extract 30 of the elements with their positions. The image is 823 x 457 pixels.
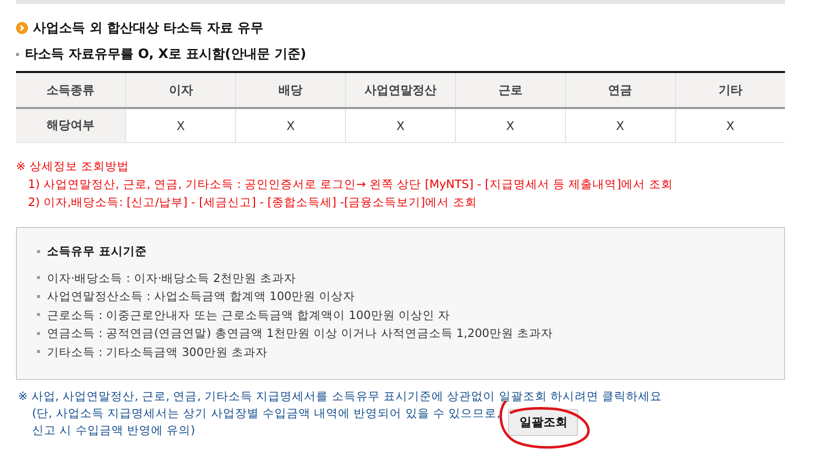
- column-header: 배당: [236, 72, 346, 108]
- criteria-item: 연금소득 : 공적연금(연금연말) 총연금액 1천만원 이상 이거나 사적연금소득 1,200만원 초과자: [47, 325, 553, 342]
- column-header: 사업연말정산: [346, 72, 456, 108]
- row-header: 해당여부: [16, 108, 126, 142]
- column-header: 소득종류: [16, 72, 126, 108]
- section-title: 사업소득 외 합산대상 타소득 자료 유무: [33, 20, 264, 37]
- criteria-item: 근로소득 : 이중근로안내자 또는 근로소득금액 합계액이 100만원 이상인 자: [47, 306, 450, 324]
- bulk-lookup-button[interactable]: 일괄조회: [508, 408, 578, 436]
- criteria-item: 이자·배당소득 : 이자·배당소득 2천만원 초과자: [47, 270, 296, 286]
- column-header: 이자: [126, 72, 236, 108]
- column-header: 기타: [675, 72, 785, 108]
- table-cell: X: [346, 108, 456, 142]
- subheading: 타소득 자료유무를 O, X로 표시함(안내문 기준): [25, 46, 306, 63]
- criteria-item: 사업연말정산소득 : 사업소득금액 합계액 100만원 이상자: [47, 288, 356, 305]
- footer-note: 신고 시 수입금액 반영에 유의): [32, 422, 196, 439]
- criteria-title: 소득유무 표시기준: [47, 243, 148, 260]
- footer-note: (단, 사업소득 지급명세서는 상기 사업장별 수입금액 내역에 반영되어 있을 수 있으므로,: [32, 405, 500, 422]
- column-header: 연금: [565, 72, 676, 108]
- table-cell: X: [236, 108, 346, 142]
- notice-line: 1) 사업연말정산, 근로, 연금, 기타소득 : 공인인증서로 로그인→ 왼쪽 상단 [MyNTS] - [지급명세서 등 제출내역]에서 조회: [27, 176, 674, 193]
- table-cell: X: [675, 108, 785, 142]
- arrow-bullet-icon: [16, 22, 28, 34]
- column-header: 근로: [455, 72, 566, 108]
- table-cell: X: [565, 108, 676, 142]
- table-cell: X: [455, 108, 566, 142]
- notice-title: ※ 상세정보 조회방법: [16, 158, 130, 175]
- notice-line: 2) 이자,배당소득: [신고/납부] - [세금신고] - [종합소득세] -[금융소득보기]에서 조회: [27, 194, 478, 211]
- table-cell: X: [126, 108, 236, 142]
- criteria-item: 기타소득 : 기타소득금액 300만원 초과자: [47, 344, 268, 360]
- footer-text: ※ 사업, 사업연말정산, 근로, 연금, 기타소득 지급명세서를 소득유무 표시기준에 상관없이 일괄조회 하시려면 클릭하세요: [17, 388, 664, 405]
